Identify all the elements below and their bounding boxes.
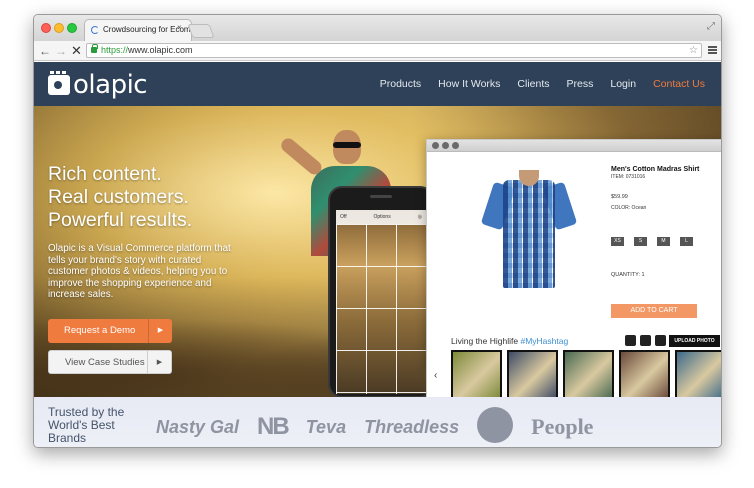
hero-title: Rich content. Real customers. Powerful r… bbox=[48, 163, 238, 232]
new-balance-logo: NB bbox=[257, 413, 290, 440]
hero-description: Olapic is a Visual Commerce platform tha… bbox=[48, 243, 231, 300]
widget-minimize-icon bbox=[442, 142, 449, 149]
browser-tab[interactable]: Crowdsourcing for Ecomm bbox=[84, 19, 192, 41]
bookmark-star-icon[interactable]: ☆ bbox=[689, 44, 698, 57]
logo-text: olapic bbox=[73, 70, 148, 100]
zoom-window-button[interactable] bbox=[67, 23, 77, 33]
product-name: Men's Cotton Madras Shirt bbox=[611, 166, 700, 173]
product-quantity[interactable]: QUANTITY: 1 bbox=[611, 272, 721, 278]
people-logo: People bbox=[531, 414, 594, 439]
gallery-thumbnail[interactable] bbox=[507, 350, 558, 400]
size-option[interactable]: M bbox=[657, 237, 670, 246]
phone-camera-bar: Off Options ◎ bbox=[336, 210, 426, 224]
trusted-brands-section: Trusted by the World's Best Brands Nasty… bbox=[34, 397, 721, 447]
widget-zoom-icon bbox=[452, 142, 459, 149]
browser-window: Crowdsourcing for Ecomm × ⤢ ← → ✕ https:… bbox=[33, 14, 722, 448]
minimize-window-button[interactable] bbox=[54, 23, 64, 33]
twitter-icon[interactable] bbox=[655, 335, 666, 346]
forward-button[interactable]: → bbox=[55, 43, 67, 59]
nav-press[interactable]: Press bbox=[567, 78, 594, 90]
camera-grid bbox=[336, 224, 426, 394]
arrow-right-icon: ▶ bbox=[148, 319, 172, 343]
phone-flash-label: Off bbox=[340, 214, 347, 220]
social-icons bbox=[625, 335, 666, 346]
upload-photo-button[interactable]: UPLOAD PHOTO bbox=[669, 335, 720, 347]
gallery-thumbnail[interactable] bbox=[563, 350, 614, 400]
pepsi-logo bbox=[477, 407, 514, 443]
phone-options-label: Options bbox=[373, 214, 391, 220]
loading-icon bbox=[91, 26, 99, 34]
person-sunglasses bbox=[333, 142, 361, 148]
hero-title-line: Real customers. bbox=[48, 186, 189, 208]
hashtag-gallery: Living the Highlife #MyHashtag UPLOAD PH… bbox=[426, 332, 721, 406]
nav-products[interactable]: Products bbox=[380, 78, 421, 90]
phone-screen: Off Options ◎ bbox=[336, 210, 426, 394]
nasty-gal-logo: Nasty Gal bbox=[156, 416, 240, 437]
browser-toolbar: ← → ✕ https://www.olapic.com ☆ bbox=[34, 41, 721, 61]
arrow-right-icon: ▶ bbox=[147, 351, 171, 373]
widget-close-icon bbox=[432, 142, 439, 149]
tab-strip: Crowdsourcing for Ecomm × ⤢ bbox=[34, 15, 721, 41]
view-case-studies-label: View Case Studies bbox=[65, 357, 145, 368]
close-window-button[interactable] bbox=[41, 23, 51, 33]
gallery-thumbnail[interactable] bbox=[619, 350, 670, 400]
request-demo-button[interactable]: Request a Demo ▶ bbox=[48, 319, 172, 343]
stop-button[interactable]: ✕ bbox=[71, 43, 82, 59]
gallery-thumbnail[interactable] bbox=[451, 350, 502, 400]
product-price: $59.99 bbox=[611, 194, 628, 200]
add-to-cart-button[interactable]: ADD TO CART bbox=[611, 304, 697, 318]
hero-title-line: Rich content. bbox=[48, 163, 162, 185]
threadless-logo: Threadless bbox=[364, 416, 460, 437]
phone-mockup: Off Options ◎ bbox=[328, 186, 434, 398]
phone-speaker bbox=[370, 195, 392, 198]
switch-camera-icon: ◎ bbox=[417, 214, 422, 220]
view-case-studies-button[interactable]: View Case Studies ▶ bbox=[48, 350, 172, 374]
nav-login[interactable]: Login bbox=[610, 78, 636, 90]
hero-text: Rich content. Real customers. Powerful r… bbox=[48, 163, 238, 301]
url-scheme: https:// bbox=[101, 45, 129, 55]
size-option[interactable]: XS bbox=[611, 237, 624, 246]
person-arm bbox=[278, 135, 325, 178]
gallery-title: Living the Highlife #MyHashtag bbox=[451, 336, 568, 346]
widget-titlebar bbox=[427, 140, 721, 152]
camera-icon bbox=[48, 71, 70, 95]
olapic-logo[interactable]: olapic bbox=[48, 70, 148, 100]
address-bar[interactable]: https://www.olapic.com ☆ bbox=[86, 43, 702, 58]
gallery-title-text: Living the Highlife bbox=[451, 336, 519, 346]
gallery-thumbnails bbox=[451, 350, 721, 400]
main-nav: Products How It Works Clients Press Logi… bbox=[380, 78, 705, 90]
tab-close-icon[interactable]: × bbox=[177, 23, 182, 32]
shirt-body bbox=[503, 180, 555, 288]
size-option[interactable]: L bbox=[680, 237, 693, 246]
product-info: Men's Cotton Madras Shirt ITEM: 0731016 … bbox=[611, 166, 721, 318]
gallery-thumbnail[interactable] bbox=[675, 350, 721, 400]
nav-contact-us[interactable]: Contact Us bbox=[653, 78, 705, 90]
nav-how-it-works[interactable]: How It Works bbox=[438, 78, 500, 90]
hashtag-link[interactable]: #MyHashtag bbox=[520, 336, 568, 346]
site-header: olapic Products How It Works Clients Pre… bbox=[34, 62, 721, 106]
chevron-left-icon[interactable]: ‹ bbox=[434, 370, 437, 381]
product-image bbox=[480, 170, 578, 290]
trusted-heading: Trusted by the World's Best Brands bbox=[48, 405, 125, 445]
teva-logo: Teva bbox=[305, 416, 347, 437]
product-color: COLOR: Ocean bbox=[611, 205, 647, 211]
instagram-icon[interactable] bbox=[640, 335, 651, 346]
size-option[interactable]: S bbox=[634, 237, 647, 246]
back-button[interactable]: ← bbox=[39, 43, 51, 59]
menu-icon[interactable] bbox=[708, 46, 717, 54]
nav-clients[interactable]: Clients bbox=[517, 78, 549, 90]
product-item-number: ITEM: 0731016 bbox=[611, 174, 646, 180]
facebook-icon[interactable] bbox=[625, 335, 636, 346]
url-host: www.olapic.com bbox=[128, 45, 193, 55]
brand-logos: Nasty Gal NB Teva Threadless People bbox=[156, 407, 594, 443]
hero-title-line: Powerful results. bbox=[48, 209, 193, 231]
new-tab-button[interactable] bbox=[187, 24, 215, 38]
request-demo-label: Request a Demo bbox=[64, 325, 136, 336]
lock-icon bbox=[91, 44, 98, 53]
webpage: olapic Products How It Works Clients Pre… bbox=[34, 62, 721, 447]
fullscreen-icon[interactable]: ⤢ bbox=[707, 21, 715, 32]
size-selector: XS S M L bbox=[611, 237, 721, 246]
